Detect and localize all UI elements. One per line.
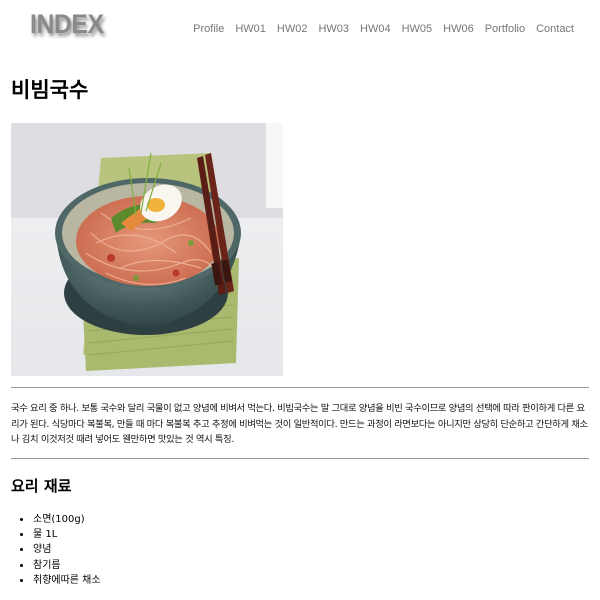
- site-logo[interactable]: INDEX: [30, 9, 104, 40]
- nav-hw05[interactable]: HW05: [402, 23, 433, 35]
- noodle-photo: [11, 123, 283, 376]
- nav-hw06[interactable]: HW06: [443, 23, 474, 35]
- ingredients-heading: 요리 재료: [11, 477, 72, 495]
- nav-hw02[interactable]: HW02: [277, 23, 308, 35]
- nav-profile[interactable]: Profile: [193, 23, 224, 35]
- site-header: INDEX Profile HW01 HW02 HW03 HW04 HW05 H…: [0, 0, 600, 52]
- ingredients-list: 소면(100g) 물 1L 양념 참기름 취향에따른 채소: [11, 512, 101, 588]
- list-item: 소면(100g): [32, 512, 101, 527]
- list-item: 물 1L: [32, 527, 101, 542]
- nav-contact[interactable]: Contact: [536, 23, 574, 35]
- nav-hw01[interactable]: HW01: [235, 23, 266, 35]
- list-item: 취향에따른 채소: [32, 573, 101, 588]
- divider-top: [11, 387, 589, 388]
- divider-bottom: [11, 458, 589, 459]
- list-item: 양념: [32, 542, 101, 557]
- page-title: 비빔국수: [11, 78, 89, 102]
- main-nav: Profile HW01 HW02 HW03 HW04 HW05 HW06 Po…: [193, 23, 574, 35]
- list-item: 참기름: [32, 558, 101, 573]
- dish-description: 국수 요리 중 하나. 보통 국수와 달리 국물이 없고 양념에 비벼서 먹는다…: [11, 403, 588, 445]
- nav-hw03[interactable]: HW03: [318, 23, 349, 35]
- nav-portfolio[interactable]: Portfolio: [485, 23, 525, 35]
- nav-hw04[interactable]: HW04: [360, 23, 391, 35]
